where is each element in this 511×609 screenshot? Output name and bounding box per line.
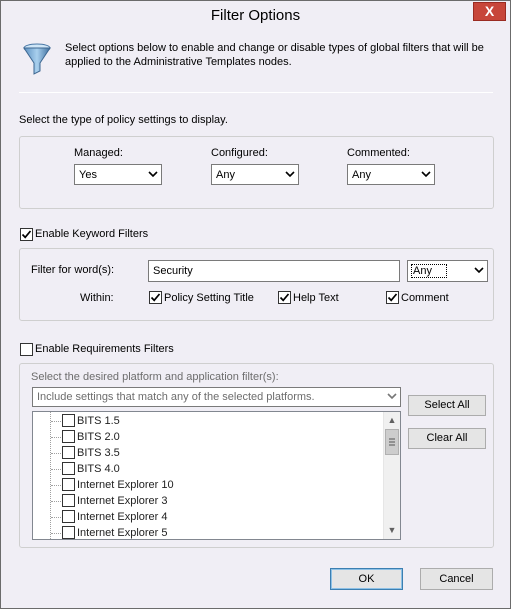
enable-requirements-label: Enable Requirements Filters [35,343,174,355]
chevron-down-icon [421,171,431,178]
platform-label: Internet Explorer 4 [77,511,168,523]
platform-item[interactable]: Internet Explorer 10 [33,477,383,493]
managed-value: Yes [79,169,97,181]
platform-checkbox[interactable] [62,494,75,507]
ok-button[interactable]: OK [330,568,403,590]
check-icon [21,230,32,239]
platform-item[interactable]: Internet Explorer 4 [33,509,383,525]
platform-label: Internet Explorer 5 [77,527,168,539]
managed-label: Managed: [74,147,123,159]
tree-connector [51,453,61,454]
platform-label: BITS 1.5 [77,415,120,427]
platform-checkbox[interactable] [62,446,75,459]
platform-checkbox[interactable] [62,414,75,427]
select-all-button[interactable]: Select All [408,395,486,416]
policy-type-prompt: Select the type of policy settings to di… [19,114,228,126]
tree-connector [51,469,61,470]
platform-checkbox[interactable] [62,510,75,523]
scroll-up-icon[interactable]: ▲ [384,412,400,429]
platform-item[interactable]: BITS 4.0 [33,461,383,477]
clear-all-button[interactable]: Clear All [408,428,486,449]
check-icon [150,293,161,302]
tree-connector [51,533,61,534]
enable-requirements-checkbox[interactable] [20,343,33,356]
platform-match-select[interactable]: Include settings that match any of the s… [32,387,401,407]
keyword-match-select[interactable]: Any [407,260,488,282]
configured-value: Any [216,169,235,181]
tree-connector [51,485,61,486]
title-bar[interactable]: Filter Options X [1,1,510,31]
comment-checkbox[interactable] [386,291,399,304]
chevron-down-icon [387,393,397,400]
keyword-group [19,248,494,321]
tree-connector [51,501,61,502]
commented-label: Commented: [347,147,410,159]
cancel-button[interactable]: Cancel [420,568,493,590]
platform-label: BITS 2.0 [77,431,120,443]
platform-item[interactable]: BITS 1.5 [33,413,383,429]
check-icon [279,293,290,302]
filter-words-input[interactable]: Security [148,260,400,282]
funnel-icon [23,43,51,75]
tree-connector [51,517,61,518]
platform-item[interactable]: BITS 3.5 [33,445,383,461]
chevron-down-icon [148,171,158,178]
platform-checkbox[interactable] [62,478,75,491]
platform-list[interactable]: BITS 1.5 BITS 2.0 BITS 3.5 BITS 4.0 Inte [32,411,401,540]
platform-label: Internet Explorer 10 [77,479,174,491]
platform-match-value: Include settings that match any of the s… [37,391,315,403]
platform-list-scrollbar[interactable]: ▲ ▼ [383,412,400,539]
help-text-checkbox[interactable] [278,291,291,304]
policy-setting-title-label: Policy Setting Title [164,292,254,304]
within-label: Within: [80,292,114,304]
filter-options-dialog: Filter Options X Select options below to… [0,0,511,609]
enable-keyword-checkbox[interactable] [20,228,33,241]
platform-checkbox[interactable] [62,526,75,539]
tree-connector [51,437,61,438]
platform-label: BITS 4.0 [77,463,120,475]
commented-value: Any [352,169,371,181]
grip-icon [389,438,395,446]
policy-setting-title-checkbox[interactable] [149,291,162,304]
keyword-match-value: Any [411,264,447,278]
platform-item[interactable]: Internet Explorer 5 [33,525,383,539]
chevron-down-icon [474,267,484,274]
close-button[interactable]: X [473,2,506,21]
configured-select[interactable]: Any [211,164,299,185]
platform-label: Internet Explorer 3 [77,495,168,507]
chevron-down-icon [285,171,295,178]
window-title: Filter Options [210,7,301,24]
platform-item[interactable]: Internet Explorer 3 [33,493,383,509]
platform-label: BITS 3.5 [77,447,120,459]
dialog-body: Select options below to enable and chang… [8,31,503,603]
platform-checkbox[interactable] [62,462,75,475]
header-description: Select options below to enable and chang… [65,42,484,68]
help-text-label: Help Text [293,292,339,304]
tree-connector [51,421,61,422]
platform-checkbox[interactable] [62,430,75,443]
platform-item[interactable]: BITS 2.0 [33,429,383,445]
scroll-thumb[interactable] [385,429,399,455]
check-icon [387,293,398,302]
configured-label: Configured: [211,147,268,159]
comment-label: Comment [401,292,449,304]
managed-select[interactable]: Yes [74,164,162,185]
filter-words-label: Filter for word(s): [31,264,115,276]
commented-select[interactable]: Any [347,164,435,185]
header-separator [19,92,493,93]
requirements-prompt: Select the desired platform and applicat… [31,371,279,383]
enable-keyword-label: Enable Keyword Filters [35,228,149,240]
scroll-down-icon[interactable]: ▼ [384,522,400,539]
